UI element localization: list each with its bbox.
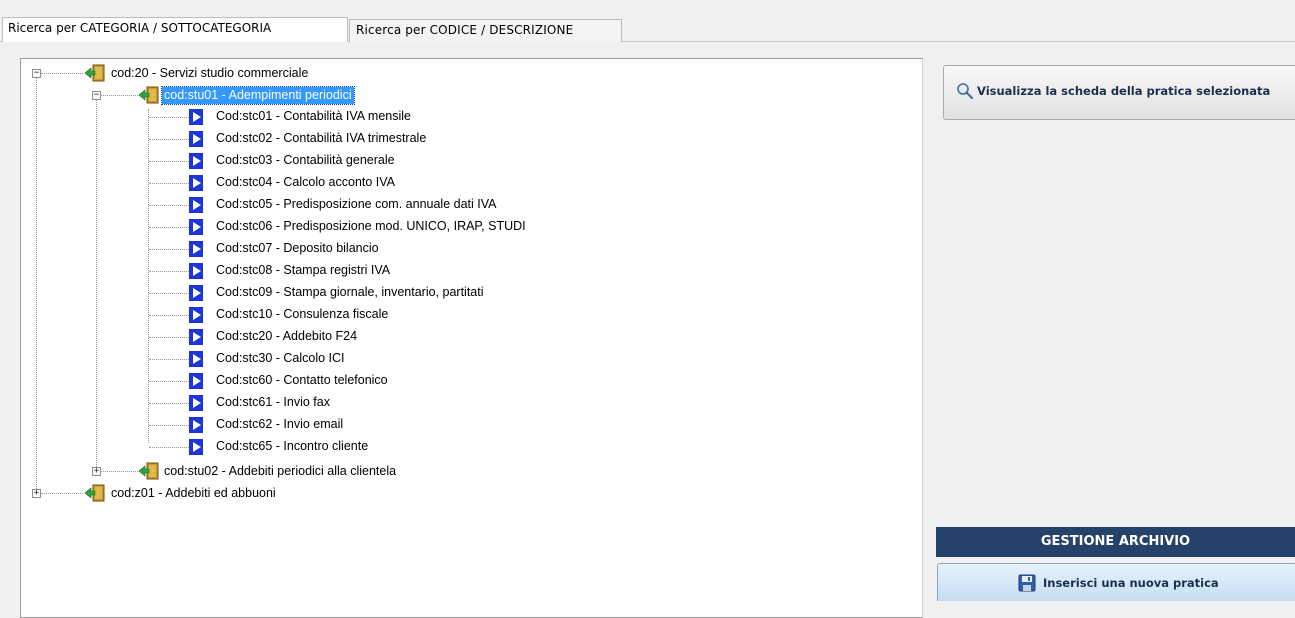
tree-connector [149, 337, 189, 338]
tree-connector [149, 425, 189, 426]
play-arrow-icon [189, 285, 203, 301]
category-door-icon [84, 484, 105, 502]
category-door-icon [84, 64, 105, 82]
tree-node-stu02[interactable]: cod:stu02 - Addebiti periodici alla clie… [162, 463, 398, 480]
tree-connector [149, 117, 189, 118]
tree-leaf-item[interactable]: Cod:stc10 - Consulenza fiscale [214, 306, 390, 323]
tree-connector [149, 227, 189, 228]
tree-connector [149, 183, 189, 184]
view-record-label: Visualizza la scheda della pratica selez… [977, 84, 1271, 98]
tree-leaf-item[interactable]: Cod:stc03 - Contabilità generale [214, 152, 397, 169]
insert-new-record-button[interactable]: Inserisci una nuova pratica [937, 563, 1295, 601]
tree-guide [36, 75, 37, 497]
play-arrow-icon [189, 373, 203, 389]
tree-leaf-item[interactable]: Cod:stc01 - Contabilità IVA mensile [214, 108, 413, 125]
play-arrow-icon [189, 307, 203, 323]
play-arrow-icon [189, 153, 203, 169]
tree-connector [149, 271, 189, 272]
tree-leaf-item[interactable]: Cod:stc06 - Predisposizione mod. UNICO, … [214, 218, 528, 235]
tree-leaf-item[interactable]: Cod:stc65 - Incontro cliente [214, 438, 370, 455]
tree-leaf-item[interactable]: Cod:stc05 - Predisposizione com. annuale… [214, 196, 498, 213]
tree-leaf-item[interactable]: Cod:stc07 - Deposito bilancio [214, 240, 381, 257]
tree-connector [149, 447, 189, 448]
play-arrow-icon [189, 329, 203, 345]
tree-connector [100, 95, 138, 96]
play-arrow-icon [189, 219, 203, 235]
tree-leaf-item[interactable]: Cod:stc04 - Calcolo acconto IVA [214, 174, 397, 191]
tree-connector [149, 205, 189, 206]
tree-node-root-z01[interactable]: cod:z01 - Addebiti ed abbuoni [109, 485, 278, 502]
tree-connector [100, 471, 138, 472]
floppy-disk-icon [1018, 574, 1036, 592]
tree-connector [149, 403, 189, 404]
tree-connector [149, 293, 189, 294]
play-arrow-icon [189, 439, 203, 455]
view-record-button[interactable]: Visualizza la scheda della pratica selez… [943, 65, 1295, 120]
tree-leaf-item[interactable]: Cod:stc20 - Addebito F24 [214, 328, 359, 345]
tree-connector [149, 139, 189, 140]
category-tree[interactable]: − cod:20 - Servizi studio commerciale − … [20, 58, 923, 618]
magnifier-icon [957, 83, 974, 100]
tree-connector [149, 249, 189, 250]
tree-connector [149, 315, 189, 316]
subcategory-door-icon [138, 86, 159, 104]
tree-node-root-cod20[interactable]: cod:20 - Servizi studio commerciale [109, 65, 310, 82]
tab-code-search[interactable]: Ricerca per CODICE / DESCRIZIONE [349, 19, 622, 42]
play-arrow-icon [189, 197, 203, 213]
tree-leaf-item[interactable]: Cod:stc30 - Calcolo ICI [214, 350, 347, 367]
subcategory-door-icon [138, 462, 159, 480]
tree-connector [149, 359, 189, 360]
tree-guide [96, 97, 97, 475]
play-arrow-icon [189, 131, 203, 147]
tree-leaf-item[interactable]: Cod:stc02 - Contabilità IVA trimestrale [214, 130, 428, 147]
play-arrow-icon [189, 263, 203, 279]
play-arrow-icon [189, 395, 203, 411]
play-arrow-icon [189, 241, 203, 257]
play-arrow-icon [189, 109, 203, 125]
tree-connector [41, 73, 83, 74]
play-arrow-icon [189, 417, 203, 433]
tree-leaf-item[interactable]: Cod:stc61 - Invio fax [214, 394, 332, 411]
tree-connector [149, 381, 189, 382]
tree-leaf-item[interactable]: Cod:stc62 - Invio email [214, 416, 345, 433]
tree-node-stu01-selected[interactable]: cod:stu01 - Adempimenti periodici [161, 86, 355, 105]
expand-icon[interactable]: + [32, 489, 41, 498]
tab-category-search[interactable]: Ricerca per CATEGORIA / SOTTOCATEGORIA [2, 17, 348, 42]
play-arrow-icon [189, 175, 203, 191]
tab-strip: Ricerca per CATEGORIA / SOTTOCATEGORIA R… [0, 0, 1295, 42]
tree-connector [149, 161, 189, 162]
insert-new-record-label: Inserisci una nuova pratica [1043, 576, 1219, 590]
tree-leaf-item[interactable]: Cod:stc09 - Stampa giornale, inventario,… [214, 284, 486, 301]
tree-guide [148, 109, 149, 443]
tree-leaf-item[interactable]: Cod:stc08 - Stampa registri IVA [214, 262, 392, 279]
archive-management-header: GESTIONE ARCHIVIO [936, 527, 1295, 557]
tree-leaf-item[interactable]: Cod:stc60 - Contatto telefonico [214, 372, 390, 389]
expand-icon[interactable]: + [92, 467, 101, 476]
play-arrow-icon [189, 351, 203, 367]
tree-connector [41, 493, 83, 494]
collapse-icon[interactable]: − [92, 91, 101, 100]
collapse-icon[interactable]: − [32, 69, 41, 78]
